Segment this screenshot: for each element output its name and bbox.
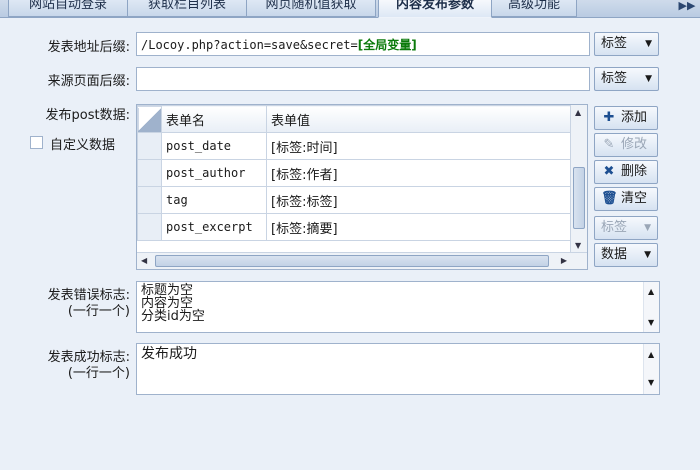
form-value-cell[interactable]: [标签:摘要] (266, 213, 572, 241)
chevron-down-icon: ▼ (644, 250, 651, 260)
edit-button[interactable]: ✎ 修改 (594, 133, 658, 157)
post-data-grid: 表单名 表单值 post_date [标签:时间] post_author [标… (136, 104, 588, 270)
textarea-scrollbar[interactable]: ▲ ▼ (643, 282, 659, 332)
scroll-left-icon[interactable]: ◀ (141, 256, 147, 265)
publish-params-panel: 发表地址后缀: /Locoy.php?action=save&secret=[全… (0, 18, 700, 470)
table-row[interactable]: post_author [标签:作者] (137, 159, 572, 187)
grid-data-button[interactable]: 数据 ▼ (594, 243, 658, 267)
form-value-cell[interactable]: [标签:作者] (266, 159, 572, 187)
error-flag-textarea[interactable]: 标题为空 内容为空 分类id为空 ▲ ▼ (136, 281, 660, 333)
tab-category-list[interactable]: 获取栏目列表 (127, 0, 247, 17)
chevron-down-icon: ▼ (645, 39, 652, 49)
success-flag-textarea[interactable]: 发布成功 ▲ ▼ (136, 343, 660, 395)
form-name-cell[interactable]: post_date (161, 132, 267, 160)
scroll-thumb[interactable] (155, 255, 549, 267)
error-flag-hint: (一行一个) (67, 304, 130, 319)
tab-random-value[interactable]: 网页随机值获取 (246, 0, 376, 17)
scroll-right-icon[interactable]: ▶ (561, 256, 567, 265)
text-line: 发布成功 (141, 346, 197, 362)
row-header[interactable] (137, 213, 162, 241)
source-page-label: 来源页面后缀: (47, 74, 130, 89)
scroll-down-icon[interactable]: ▼ (648, 375, 654, 391)
chevron-down-icon: ▼ (644, 223, 651, 233)
scroll-thumb[interactable] (573, 167, 585, 229)
row-header[interactable] (137, 186, 162, 214)
text-line: 内容为空 (141, 296, 194, 311)
delete-button[interactable]: ✖ 删除 (594, 160, 658, 184)
global-var-token: [全局变量] (357, 38, 417, 52)
close-icon: ✖ (603, 164, 615, 179)
table-row[interactable]: post_excerpt [标签:摘要] (137, 213, 572, 241)
form-value-cell[interactable]: [标签:标签] (266, 186, 572, 214)
grid-tag-button[interactable]: 标签 ▼ (594, 216, 658, 240)
post-data-label: 发布post数据: (45, 108, 130, 123)
trash-icon: 🗑 (601, 191, 618, 206)
custom-data-checkbox[interactable] (30, 136, 43, 149)
table-row[interactable]: post_date [标签:时间] (137, 132, 572, 160)
row-header[interactable] (137, 132, 162, 160)
table-row[interactable]: tag [标签:标签] (137, 186, 572, 214)
tab-bar: 网站自动登录 获取栏目列表 网页随机值获取 内容发布参数 高级功能 ▶▶ (0, 0, 700, 18)
grid-vertical-scrollbar[interactable]: ▲ ▼ (570, 105, 587, 253)
grid-horizontal-scrollbar[interactable]: ◀ ▶ (137, 252, 587, 269)
column-header-name[interactable]: 表单名 (161, 105, 267, 133)
tab-scroll-right-icon[interactable]: ▶▶ (676, 0, 698, 15)
source-page-input[interactable] (136, 67, 590, 91)
post-url-label: 发表地址后缀: (47, 40, 130, 55)
scroll-up-icon[interactable]: ▲ (575, 108, 581, 117)
tab-auto-login[interactable]: 网站自动登录 (8, 0, 128, 17)
clear-button[interactable]: 🗑 清空 (594, 187, 658, 211)
column-header-value[interactable]: 表单值 (266, 105, 572, 133)
tab-publish-params[interactable]: 内容发布参数 (378, 0, 492, 18)
grid-header-row: 表单名 表单值 (137, 105, 572, 133)
row-header[interactable] (137, 159, 162, 187)
chevron-down-icon: ▼ (645, 74, 652, 84)
post-url-tag-button[interactable]: 标签 ▼ (594, 32, 659, 56)
pencil-icon: ✎ (603, 137, 615, 152)
text-line: 分类id为空 (141, 309, 205, 324)
scroll-down-icon[interactable]: ▼ (575, 241, 581, 250)
plus-icon: ✚ (603, 110, 615, 125)
select-all-corner[interactable] (137, 105, 162, 133)
scroll-down-icon[interactable]: ▼ (648, 316, 654, 329)
form-value-cell[interactable]: [标签:时间] (266, 132, 572, 160)
text-line: 标题为空 (141, 283, 194, 298)
form-name-cell[interactable]: post_author (161, 159, 267, 187)
custom-data-label: 自定义数据 (50, 138, 116, 153)
textarea-scrollbar[interactable]: ▲ ▼ (643, 344, 659, 394)
form-name-cell[interactable]: tag (161, 186, 267, 214)
source-page-tag-button[interactable]: 标签 ▼ (594, 67, 659, 91)
add-button[interactable]: ✚ 添加 (594, 106, 658, 130)
success-flag-hint: (一行一个) (67, 366, 130, 381)
form-name-cell[interactable]: post_excerpt (161, 213, 267, 241)
post-url-input[interactable]: /Locoy.php?action=save&secret=[全局变量] (136, 32, 590, 56)
scroll-up-icon[interactable]: ▲ (648, 347, 654, 363)
scroll-up-icon[interactable]: ▲ (648, 285, 654, 298)
tab-advanced[interactable]: 高级功能 (491, 0, 577, 17)
